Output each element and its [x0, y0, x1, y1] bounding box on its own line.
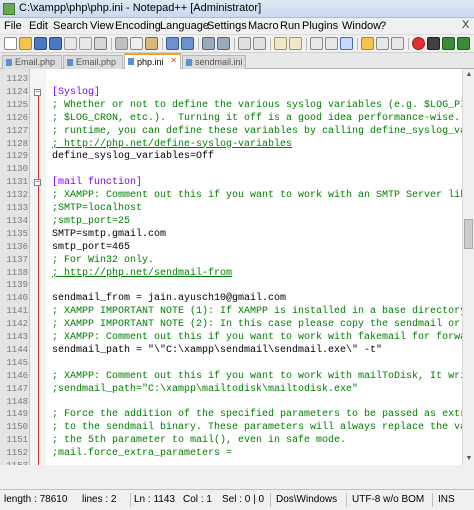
status-separator — [130, 493, 131, 507]
toolbar-separator — [198, 38, 199, 50]
status-insert-mode: INS — [438, 494, 455, 505]
file-icon — [128, 58, 134, 65]
toolbar-separator — [357, 38, 358, 50]
macro-play-icon[interactable] — [442, 37, 455, 50]
menu-edit[interactable]: Edit — [29, 20, 48, 32]
tab-sendmail-ini[interactable]: sendmail.ini — [182, 55, 246, 69]
editor[interactable]: 1123 1124 [Syslog] −1125; Whether or not to… — [0, 69, 474, 465]
user-defined-language-icon[interactable] — [361, 37, 374, 50]
word-wrap-icon[interactable] — [310, 37, 323, 50]
close-document-button[interactable]: X — [462, 19, 469, 31]
show-all-chars-icon[interactable] — [325, 37, 338, 50]
status-eol: Dos\Windows — [276, 494, 338, 505]
scroll-up-icon[interactable]: ▲ — [464, 70, 474, 80]
paste-icon[interactable] — [145, 37, 158, 50]
status-encoding: UTF-8 w/o BOM — [352, 494, 425, 505]
tab-bar: Email.php Email.php php.ini ✕ sendmail.i… — [0, 53, 474, 69]
status-separator — [346, 493, 347, 507]
file-icon — [186, 59, 192, 66]
cut-icon[interactable] — [115, 37, 128, 50]
redo-icon[interactable] — [181, 37, 194, 50]
menu-search[interactable]: Search — [53, 20, 88, 32]
status-separator — [432, 493, 433, 507]
menu-run[interactable]: Run — [280, 20, 300, 32]
menu-plugins[interactable]: Plugins — [302, 20, 338, 32]
tab-label: Email.php — [15, 57, 56, 67]
file-icon — [6, 59, 12, 66]
toolbar-separator — [306, 38, 307, 50]
sync-vertical-icon[interactable] — [274, 37, 287, 50]
copy-icon[interactable] — [130, 37, 143, 50]
status-bar: length : 78610 lines : 2 Ln : 1143 Col :… — [0, 489, 474, 510]
indent-guide-icon[interactable] — [340, 37, 353, 50]
fold-toggle-icon[interactable]: − — [34, 179, 41, 187]
status-selection: Sel : 0 | 0 — [222, 494, 265, 505]
sync-horizontal-icon[interactable] — [289, 37, 302, 50]
fold-toggle-icon[interactable]: − — [34, 88, 41, 96]
close-icon[interactable] — [64, 37, 77, 50]
tab-label: Email.php — [76, 57, 117, 67]
undo-icon[interactable] — [166, 37, 179, 50]
toolbar-separator — [408, 38, 409, 50]
window-title: C:\xampp\php\php.ini - Notepad++ [Admini… — [19, 2, 262, 14]
zoom-in-icon[interactable] — [238, 37, 251, 50]
macro-record-icon[interactable] — [412, 37, 425, 50]
zoom-out-icon[interactable] — [253, 37, 266, 50]
menu-language[interactable]: Language — [160, 20, 209, 32]
toolbar-separator — [111, 38, 112, 50]
close-all-icon[interactable] — [79, 37, 92, 50]
open-file-icon[interactable] — [19, 37, 32, 50]
macro-run-multiple-icon[interactable] — [457, 37, 470, 50]
function-list-icon[interactable] — [391, 37, 404, 50]
status-separator — [270, 493, 271, 507]
vertical-scrollbar[interactable]: ▲ ▼ — [462, 69, 474, 465]
status-column: Col : 1 — [183, 494, 212, 505]
scroll-down-icon[interactable]: ▼ — [464, 454, 474, 464]
menu-file[interactable]: File — [4, 20, 22, 32]
document-map-icon[interactable] — [376, 37, 389, 50]
title-bar: C:\xampp\php\php.ini - Notepad++ [Admini… — [0, 0, 474, 18]
menu-bar: File Edit Search View Encoding Language … — [0, 18, 474, 35]
tab-php-ini[interactable]: php.ini ✕ — [124, 53, 181, 69]
tab-label: sendmail.ini — [195, 57, 243, 67]
new-file-icon[interactable] — [4, 37, 17, 50]
tab-email-php-1[interactable]: Email.php — [2, 55, 62, 69]
scroll-thumb[interactable] — [464, 219, 473, 249]
notepadpp-icon — [3, 3, 15, 15]
status-line-number: Ln : 1143 — [134, 494, 175, 505]
save-icon[interactable] — [34, 37, 47, 50]
file-icon — [67, 59, 73, 66]
menu-encoding[interactable]: Encoding — [115, 20, 161, 32]
menu-view[interactable]: View — [90, 20, 114, 32]
status-lines: lines : 2 — [82, 494, 117, 505]
save-all-icon[interactable] — [49, 37, 62, 50]
editor-bottom-area — [0, 465, 474, 489]
macro-stop-icon[interactable] — [427, 37, 440, 50]
status-length: length : 78610 — [4, 494, 68, 505]
menu-settings[interactable]: Settings — [207, 20, 247, 32]
print-icon[interactable] — [94, 37, 107, 50]
find-icon[interactable] — [202, 37, 215, 50]
toolbar-separator — [270, 38, 271, 50]
toolbar — [0, 35, 474, 53]
menu-macro[interactable]: Macro — [248, 20, 279, 32]
toolbar-separator — [162, 38, 163, 50]
toolbar-separator — [234, 38, 235, 50]
tab-close-icon[interactable]: ✕ — [170, 56, 177, 65]
tab-email-php-2[interactable]: Email.php — [63, 55, 123, 69]
replace-icon[interactable] — [217, 37, 230, 50]
menu-help[interactable]: ? — [380, 20, 386, 32]
menu-window[interactable]: Window — [342, 20, 381, 32]
tab-label: php.ini — [137, 57, 164, 67]
